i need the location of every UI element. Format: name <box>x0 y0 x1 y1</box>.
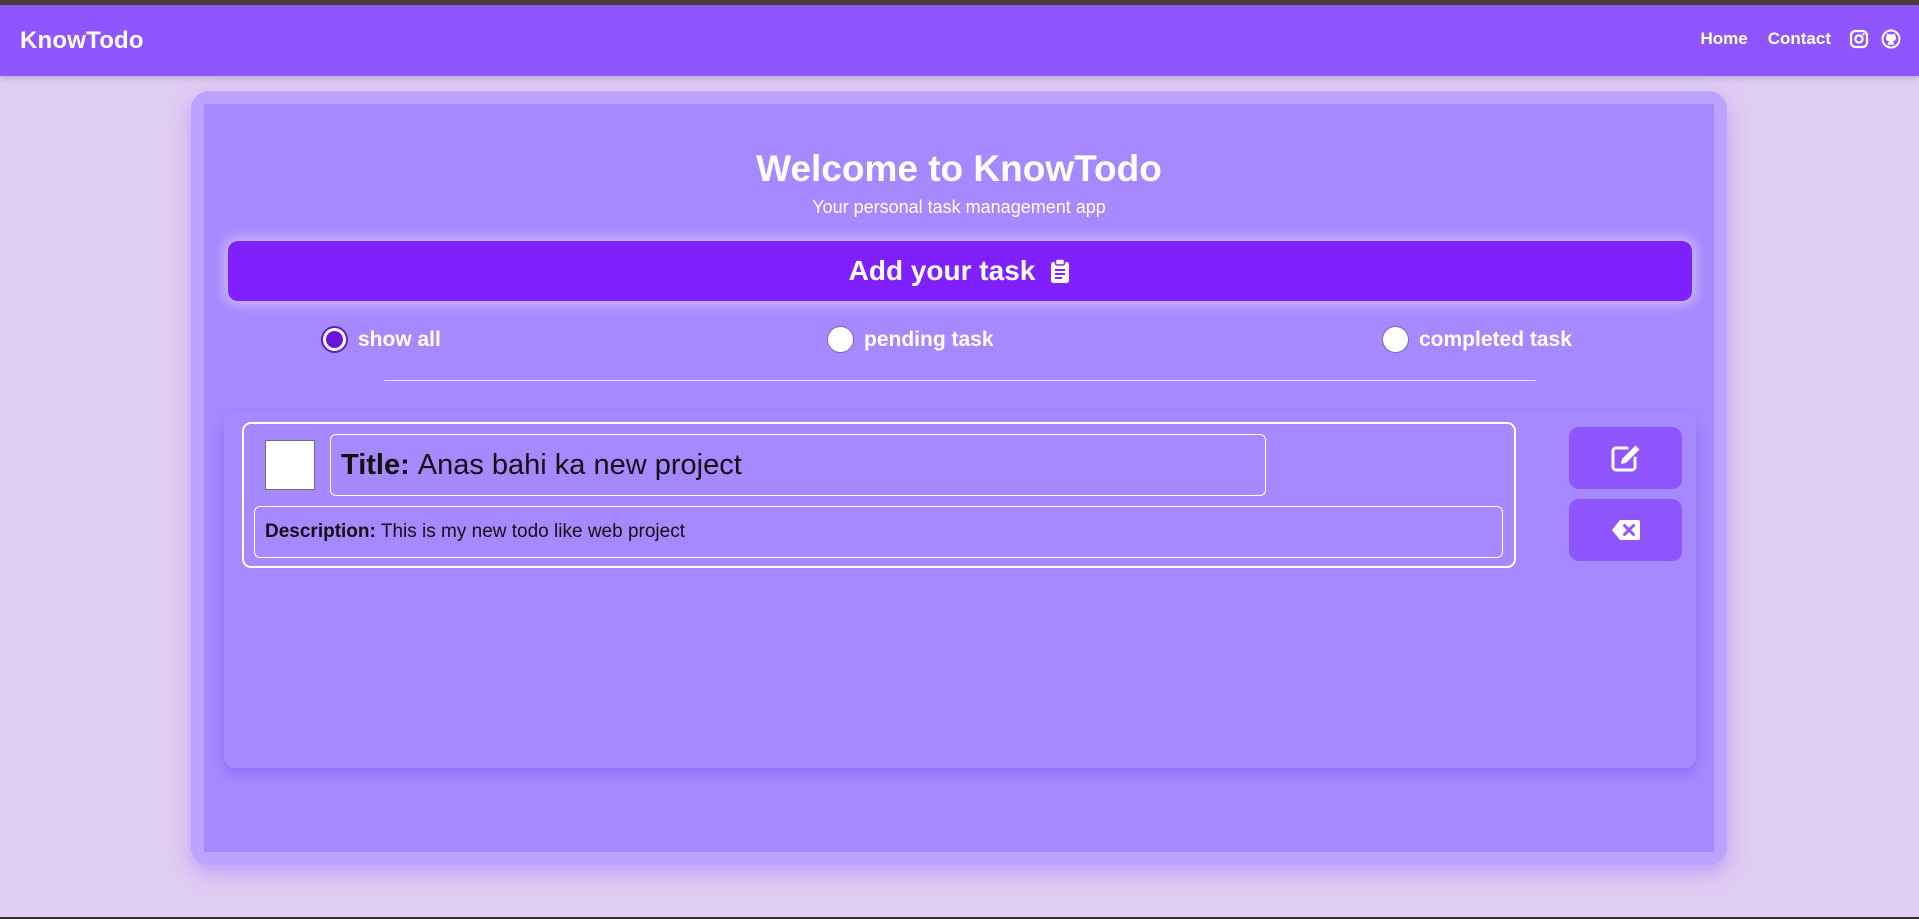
todo-title-label: Title: <box>341 448 410 481</box>
delete-icon <box>1611 519 1641 541</box>
todo-list: Title: Anas bahi ka new project Descript… <box>224 412 1696 768</box>
filter-show-all-radio[interactable] <box>321 326 348 353</box>
filter-show-all-label: show all <box>358 327 441 351</box>
brand-logo-text[interactable]: KnowTodo <box>20 27 144 55</box>
edit-icon <box>1610 443 1642 473</box>
nav-links: Home Contact <box>1700 29 1901 49</box>
filter-pending-label: pending task <box>864 327 994 351</box>
filter-pending[interactable]: pending task <box>827 326 994 353</box>
nav-link-home[interactable]: Home <box>1700 29 1747 49</box>
page-subtitle: Your personal task management app <box>812 197 1106 217</box>
todo-complete-checkbox[interactable] <box>265 440 315 490</box>
page-title: Welcome to KnowTodo <box>756 148 1162 189</box>
filter-pending-radio[interactable] <box>827 326 854 353</box>
filter-completed[interactable]: completed task <box>1382 326 1572 353</box>
filter-divider <box>384 380 1536 381</box>
todo-description-field: Description: This is my new todo like we… <box>254 506 1503 558</box>
add-task-label: Add your task <box>848 255 1036 286</box>
todo-description-label: Description: <box>265 521 376 542</box>
clipboard-icon <box>1049 258 1071 284</box>
edit-todo-button[interactable] <box>1569 427 1682 489</box>
app-card: Welcome to KnowTodo Your personal task m… <box>204 104 1714 852</box>
filter-completed-radio[interactable] <box>1382 326 1409 353</box>
todo-description-value: This is my new todo like web project <box>380 521 685 542</box>
add-task-button[interactable]: Add your task <box>228 241 1692 301</box>
nav-link-contact[interactable]: Contact <box>1768 29 1831 49</box>
todo-item: Title: Anas bahi ka new project Descript… <box>242 422 1516 568</box>
navbar: KnowTodo Home Contact <box>0 5 1919 76</box>
todo-title-field: Title: Anas bahi ka new project <box>330 434 1266 496</box>
delete-todo-button[interactable] <box>1569 499 1682 561</box>
social-icons <box>1849 29 1901 49</box>
filter-completed-label: completed task <box>1419 327 1572 351</box>
app-container: Welcome to KnowTodo Your personal task m… <box>191 91 1727 865</box>
instagram-icon[interactable] <box>1849 29 1869 49</box>
github-icon[interactable] <box>1881 29 1901 49</box>
todo-title-value: Anas bahi ka new project <box>417 448 742 481</box>
filter-show-all[interactable]: show all <box>321 326 441 353</box>
